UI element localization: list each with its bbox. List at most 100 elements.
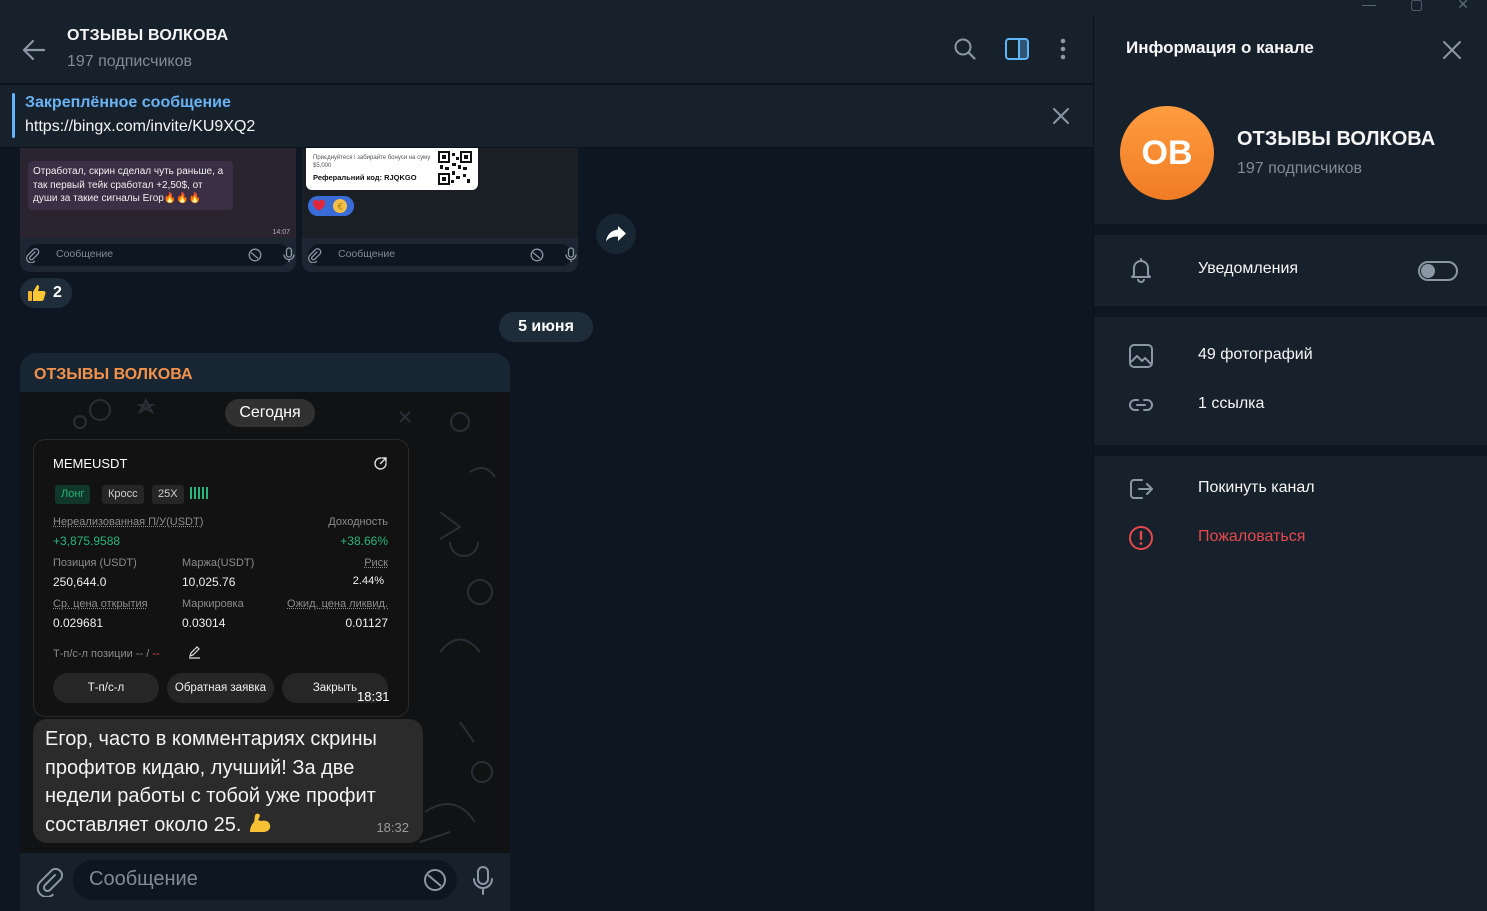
reactions-strip: € xyxy=(308,196,354,216)
pinned-message[interactable]: Закреплённое сообщение https://bingx.com… xyxy=(0,85,1093,148)
liq-label: Ожид. цена ликвид. xyxy=(287,598,388,610)
links-label: 1 ссылка xyxy=(1198,395,1264,413)
message-input-placeholder: Сообщение xyxy=(89,868,198,891)
thumbnail-input-placeholder: Сообщение xyxy=(56,248,113,260)
maximize-icon[interactable]: ▢ xyxy=(1410,0,1423,13)
photo-date-chip: Сегодня xyxy=(225,399,315,427)
back-arrow-icon[interactable] xyxy=(20,36,48,64)
trade-symbol: MEMEUSDT xyxy=(53,456,127,471)
photos-label: 49 фотографий xyxy=(1198,346,1313,364)
position-value: 250,644.0 xyxy=(53,575,106,589)
photo-icon xyxy=(1127,342,1155,370)
more-vertical-icon[interactable] xyxy=(1050,36,1076,62)
attach-paperclip-icon[interactable] xyxy=(34,865,64,897)
report-row[interactable]: Пожаловаться xyxy=(1094,516,1487,560)
sticker-icon[interactable] xyxy=(423,868,447,892)
channel-subscribers: 197 подписчиков xyxy=(1237,160,1362,178)
trade-position-card: MEMEUSDT Лонг Кросс 25X Нереализованная … xyxy=(33,439,409,717)
reaction-count: 2 xyxy=(53,284,62,302)
reverse-order-button: Обратная заявка xyxy=(167,673,274,703)
tpsl-value-a: -- xyxy=(136,648,143,660)
reaction-chip[interactable]: 2 xyxy=(20,278,72,308)
report-icon xyxy=(1127,524,1155,552)
tpsl-button: Т-п/с-л xyxy=(53,673,159,703)
message-input[interactable]: Сообщение xyxy=(73,860,457,900)
sticker-icon xyxy=(248,248,262,262)
thumbs-up-icon xyxy=(27,283,47,303)
notifications-row[interactable]: Уведомления xyxy=(1094,248,1487,292)
leave-icon xyxy=(1127,475,1155,503)
toggle-knob xyxy=(1421,264,1435,278)
sidebar-toggle-icon[interactable] xyxy=(1004,36,1030,62)
message-photo[interactable]: Сегодня MEMEUSDT Лонг Кросс 25X Нереализ… xyxy=(20,392,510,853)
pnl-label: Нереализованная П/У(USDT) xyxy=(53,516,203,528)
bell-icon xyxy=(1127,256,1155,284)
pinned-link[interactable]: https://bingx.com/invite/KU9XQ2 xyxy=(25,118,255,136)
close-pinned-icon[interactable] xyxy=(1050,105,1072,127)
edit-icon xyxy=(188,646,201,659)
chat-area: ОТЗЫВЫ ВОЛКОВА 197 подписчиков Закреплён… xyxy=(0,14,1093,911)
channel-avatar[interactable]: OB xyxy=(1120,106,1214,200)
thumbnail-input: Сообщение xyxy=(26,244,290,266)
chat-header: ОТЗЫВЫ ВОЛКОВА 197 подписчиков xyxy=(0,14,1093,84)
avg-open-value: 0.029681 xyxy=(53,616,103,630)
referral-code: Реферальний код: RJQKGO xyxy=(313,173,417,182)
search-icon[interactable] xyxy=(952,36,978,62)
tpsl-value-b: -- xyxy=(152,648,159,660)
close-icon[interactable] xyxy=(1440,38,1464,62)
links-row[interactable]: 1 ссылка xyxy=(1094,383,1487,427)
photos-row[interactable]: 49 фотографий xyxy=(1094,334,1487,378)
liq-value: 0.01127 xyxy=(346,616,389,630)
qr-code-icon xyxy=(438,151,472,185)
yield-label: Доходность xyxy=(328,516,388,528)
thumbnail-image: Приєднуйтеся і забирайте бонуси на суму … xyxy=(302,148,578,238)
margin-label: Маржа(USDT) xyxy=(182,557,254,569)
avg-open-label: Ср. цена открытия xyxy=(53,598,148,610)
info-panel-title: Информация о канале xyxy=(1126,38,1314,58)
flexed-biceps-icon xyxy=(247,812,273,834)
microphone-icon[interactable] xyxy=(471,865,495,897)
channel-name: ОТЗЫВЫ ВОЛКОВА xyxy=(1237,128,1435,151)
tpsl-row: Т-п/с-л позиции -- / -- xyxy=(53,648,160,660)
mark-value: 0.03014 xyxy=(182,616,225,630)
margin-value: 10,025.76 xyxy=(182,575,235,589)
window-controls: — ▢ ✕ xyxy=(1362,0,1469,13)
minimize-icon[interactable]: — xyxy=(1362,0,1376,13)
message-composer: Сообщение xyxy=(20,853,510,911)
tpsl-label: Т-п/с-л позиции xyxy=(53,648,133,660)
paperclip-icon xyxy=(24,247,40,263)
forward-icon[interactable] xyxy=(596,214,636,254)
thumbnail-input: Сообщение xyxy=(308,244,572,266)
sticker-icon xyxy=(530,248,544,262)
notifications-toggle[interactable] xyxy=(1418,261,1458,281)
leave-channel-row[interactable]: Покинуть канал xyxy=(1094,467,1487,511)
close-window-icon[interactable]: ✕ xyxy=(1457,0,1469,13)
referral-text: Приєднуйтеся і забирайте бонуси на суму … xyxy=(313,154,433,170)
thumbnail-image: Отработал, скрин сделал чуть раньше, а т… xyxy=(20,148,296,238)
tpsl-separator: / xyxy=(146,648,149,660)
thumbnail-caption: Отработал, скрин сделал чуть раньше, а т… xyxy=(28,161,233,210)
chat-title[interactable]: ОТЗЫВЫ ВОЛКОВА xyxy=(67,27,228,45)
yield-value: +38.66% xyxy=(340,534,388,548)
notifications-label: Уведомления xyxy=(1198,260,1298,278)
paperclip-icon xyxy=(306,247,322,263)
date-separator: 5 июня xyxy=(499,312,593,342)
screenshot-thumbnail[interactable]: Приєднуйтеся і забирайте бонуси на суму … xyxy=(302,148,578,272)
text-bubble: Егор, часто в комментариях скрины профит… xyxy=(33,719,423,843)
thumbnail-time: 14:07 xyxy=(272,229,290,236)
chat-subscribers: 197 подписчиков xyxy=(67,53,192,71)
divider xyxy=(1094,445,1487,456)
screenshot-thumbnail[interactable]: Отработал, скрин сделал чуть раньше, а т… xyxy=(20,148,296,272)
pnl-value: +3,875.9588 xyxy=(53,534,120,548)
leave-channel-label: Покинуть канал xyxy=(1198,479,1315,497)
channel-message[interactable]: ОТЗЫВЫ ВОЛКОВА Сегодня MEMEUSDT Лонг Кро… xyxy=(20,353,510,853)
pinned-title: Закреплённое сообщение xyxy=(25,94,231,112)
divider xyxy=(1094,224,1487,235)
mic-icon xyxy=(282,247,296,263)
report-label: Пожаловаться xyxy=(1198,528,1305,546)
thumbnail-input-placeholder: Сообщение xyxy=(338,248,395,260)
message-author[interactable]: ОТЗЫВЫ ВОЛКОВА xyxy=(34,366,193,384)
message-text: Егор, часто в комментариях скрины профит… xyxy=(45,725,417,839)
pinned-indicator xyxy=(12,93,15,138)
svg-text:€: € xyxy=(338,203,344,213)
